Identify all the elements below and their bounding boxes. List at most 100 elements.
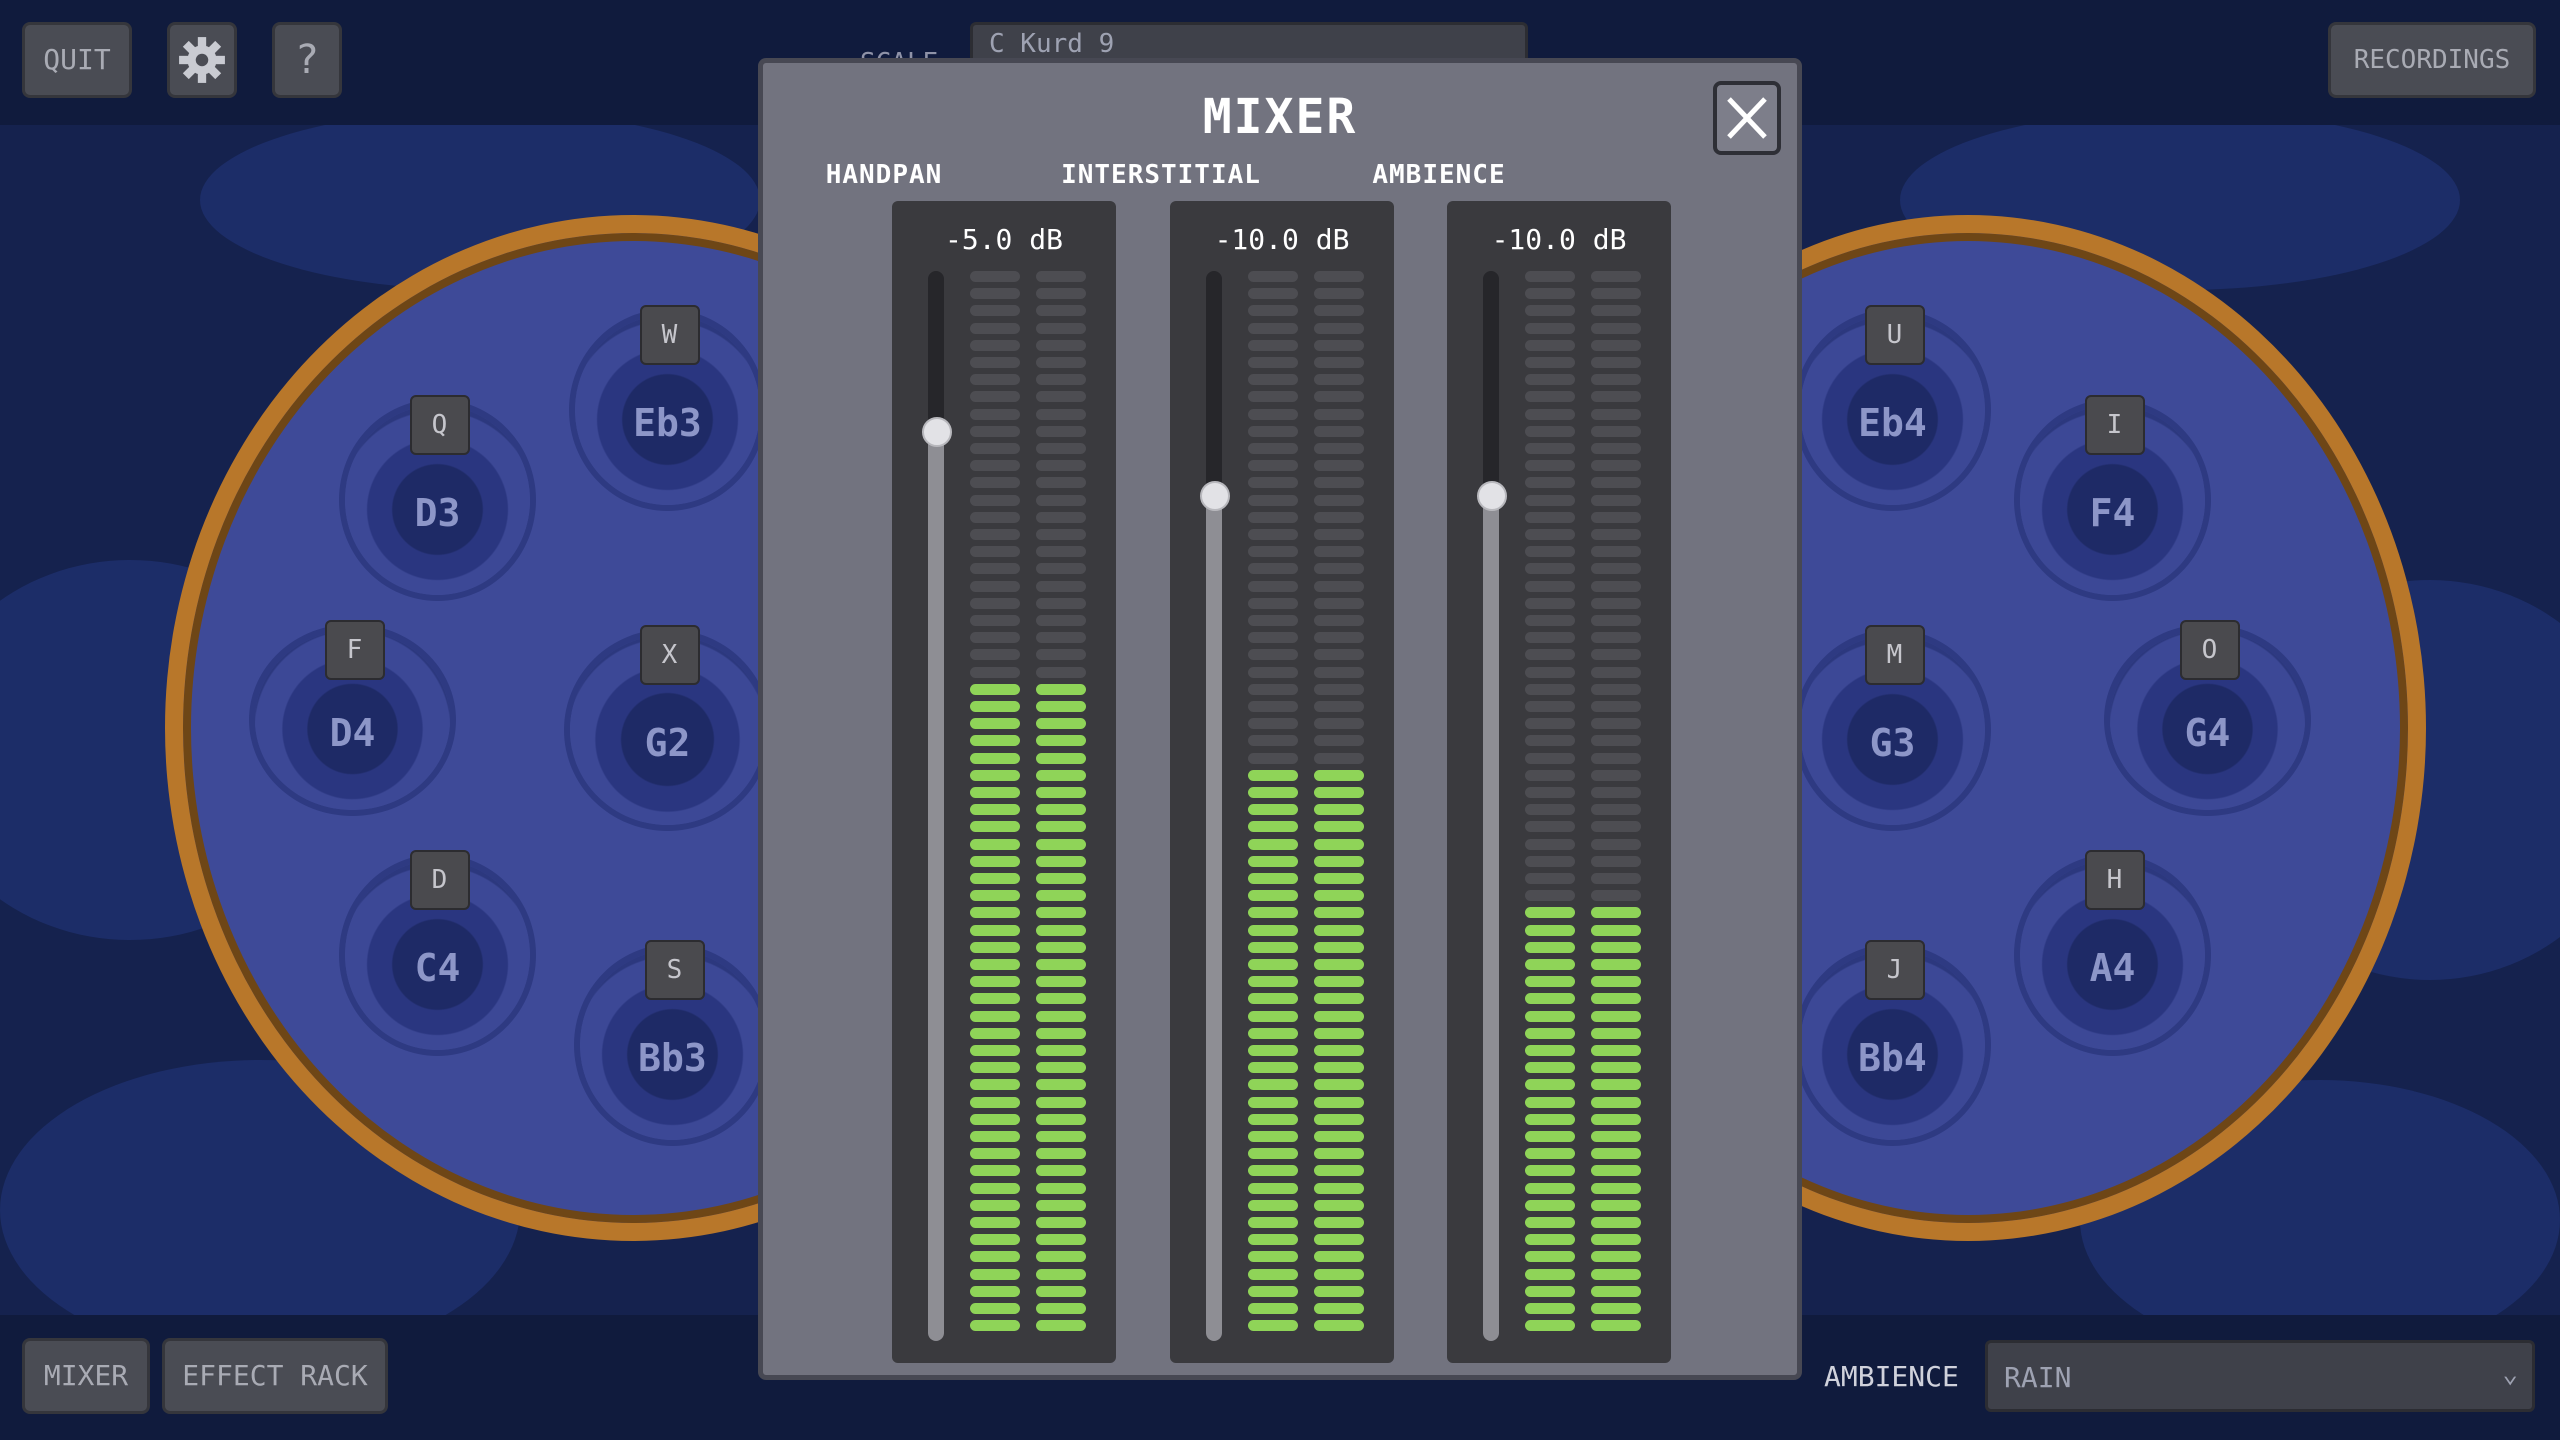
mixer-dialog: MIXER HANDPAN INTERSTITIAL AMBIENCE -5.0… <box>758 58 1802 1380</box>
meter-segment <box>1591 1148 1641 1160</box>
settings-button[interactable] <box>167 22 237 98</box>
meter-segment <box>1248 1148 1298 1160</box>
fader-knob[interactable] <box>1200 480 1230 511</box>
meter-segment <box>1036 769 1086 781</box>
meter-segment <box>1314 821 1364 833</box>
quit-button[interactable]: QUIT <box>22 22 132 98</box>
level-meter-right <box>1591 271 1641 1339</box>
tone-field[interactable]: O G4 <box>2110 620 2305 810</box>
meter-segment <box>1591 804 1641 816</box>
note-label: G2 <box>644 721 691 766</box>
meter-segment <box>1525 821 1575 833</box>
meter-segment <box>970 322 1020 334</box>
help-button[interactable]: ? <box>272 22 342 98</box>
meter-segment <box>1248 1010 1298 1022</box>
meter-segment <box>1591 993 1641 1005</box>
key-hint: J <box>1864 940 1925 1000</box>
tone-field[interactable]: D C4 <box>345 850 530 1050</box>
fader-track[interactable] <box>1206 271 1222 1341</box>
meter-segment <box>1314 976 1364 988</box>
meter-segment <box>1314 494 1364 506</box>
meter-segment <box>1314 941 1364 953</box>
tone-field[interactable]: U Eb4 <box>1800 305 1985 505</box>
meter-segment <box>1314 563 1364 575</box>
meter-segment <box>1314 735 1364 747</box>
meter-segment <box>1525 1062 1575 1074</box>
meter-segment <box>970 649 1020 661</box>
meter-segment <box>1248 976 1298 988</box>
fader-knob[interactable] <box>1477 480 1507 511</box>
meter-segment <box>970 1182 1020 1194</box>
meter-segment <box>1525 855 1575 867</box>
meter-segment <box>1314 1234 1364 1246</box>
meter-segment <box>970 787 1020 798</box>
meter-segment <box>1248 959 1298 970</box>
meter-segment <box>970 425 1020 437</box>
meter-segment <box>1591 1251 1641 1263</box>
meter-segment <box>1525 1148 1575 1160</box>
meter-segment <box>1591 511 1641 523</box>
meter-segment <box>1314 649 1364 661</box>
meter-segment <box>1036 838 1086 850</box>
meter-segment <box>970 924 1020 936</box>
tone-field[interactable]: H A4 <box>2020 850 2205 1050</box>
note-label: C4 <box>414 946 461 991</box>
tone-field[interactable]: Q D3 <box>345 395 530 595</box>
meter-segment <box>1525 1165 1575 1177</box>
meter-segment <box>1591 735 1641 747</box>
meter-segment <box>1525 907 1575 919</box>
meter-segment <box>1036 443 1086 454</box>
effect-rack-button[interactable]: EFFECT RACK <box>162 1338 388 1414</box>
meter-segment <box>1036 305 1086 317</box>
meter-segment <box>1036 821 1086 833</box>
meter-segment <box>1248 804 1298 816</box>
meter-segment <box>1525 890 1575 902</box>
meter-segment <box>1314 959 1364 970</box>
meter-segment <box>1036 1027 1086 1039</box>
ambience-select[interactable]: RAIN ⌄ <box>1985 1340 2535 1412</box>
close-button[interactable] <box>1713 81 1781 155</box>
meter-segment <box>1248 305 1298 317</box>
level-meter-left <box>1525 271 1575 1339</box>
meter-segment <box>1591 873 1641 884</box>
meter-segment <box>1248 1268 1298 1280</box>
tone-field[interactable]: W Eb3 <box>575 305 760 505</box>
recordings-button[interactable]: RECORDINGS <box>2328 22 2536 98</box>
meter-segment <box>1248 649 1298 661</box>
meter-segment <box>1314 391 1364 403</box>
fader-fill <box>1206 495 1222 1341</box>
meter-segment <box>1525 735 1575 747</box>
meter-segment <box>970 752 1020 764</box>
meter-segment <box>1591 924 1641 936</box>
meter-segment <box>1314 1303 1364 1314</box>
tone-field[interactable]: I F4 <box>2020 395 2205 595</box>
tone-field[interactable]: M G3 <box>1800 625 1985 825</box>
meter-segment <box>1248 339 1298 351</box>
tone-field[interactable]: S Bb3 <box>580 940 765 1140</box>
mixer-title: MIXER <box>1202 89 1358 145</box>
fader-track[interactable] <box>1483 271 1499 1341</box>
meter-segment <box>1591 1285 1641 1297</box>
meter-segment <box>1314 1165 1364 1177</box>
fader-knob[interactable] <box>922 416 952 447</box>
meter-segment <box>1036 1234 1086 1246</box>
meter-segment <box>970 357 1020 368</box>
meter-segment <box>1314 1062 1364 1074</box>
meter-segment <box>1036 666 1086 678</box>
meter-segment <box>1591 288 1641 300</box>
meter-segment <box>1591 1045 1641 1056</box>
meter-segment <box>1036 460 1086 472</box>
meter-segment <box>1591 563 1641 575</box>
meter-segment <box>1525 322 1575 334</box>
tone-field[interactable]: F D4 <box>255 620 450 810</box>
meter-segment <box>1591 838 1641 850</box>
meter-segment <box>1591 1010 1641 1022</box>
meter-segment <box>1591 339 1641 351</box>
tone-field[interactable]: X G2 <box>570 625 765 825</box>
meter-segment <box>1036 580 1086 592</box>
meter-segment <box>970 494 1020 506</box>
meter-segment <box>1314 1182 1364 1194</box>
meter-segment <box>1036 391 1086 403</box>
mixer-button[interactable]: MIXER <box>22 1338 150 1414</box>
tone-field[interactable]: J Bb4 <box>1800 940 1985 1140</box>
